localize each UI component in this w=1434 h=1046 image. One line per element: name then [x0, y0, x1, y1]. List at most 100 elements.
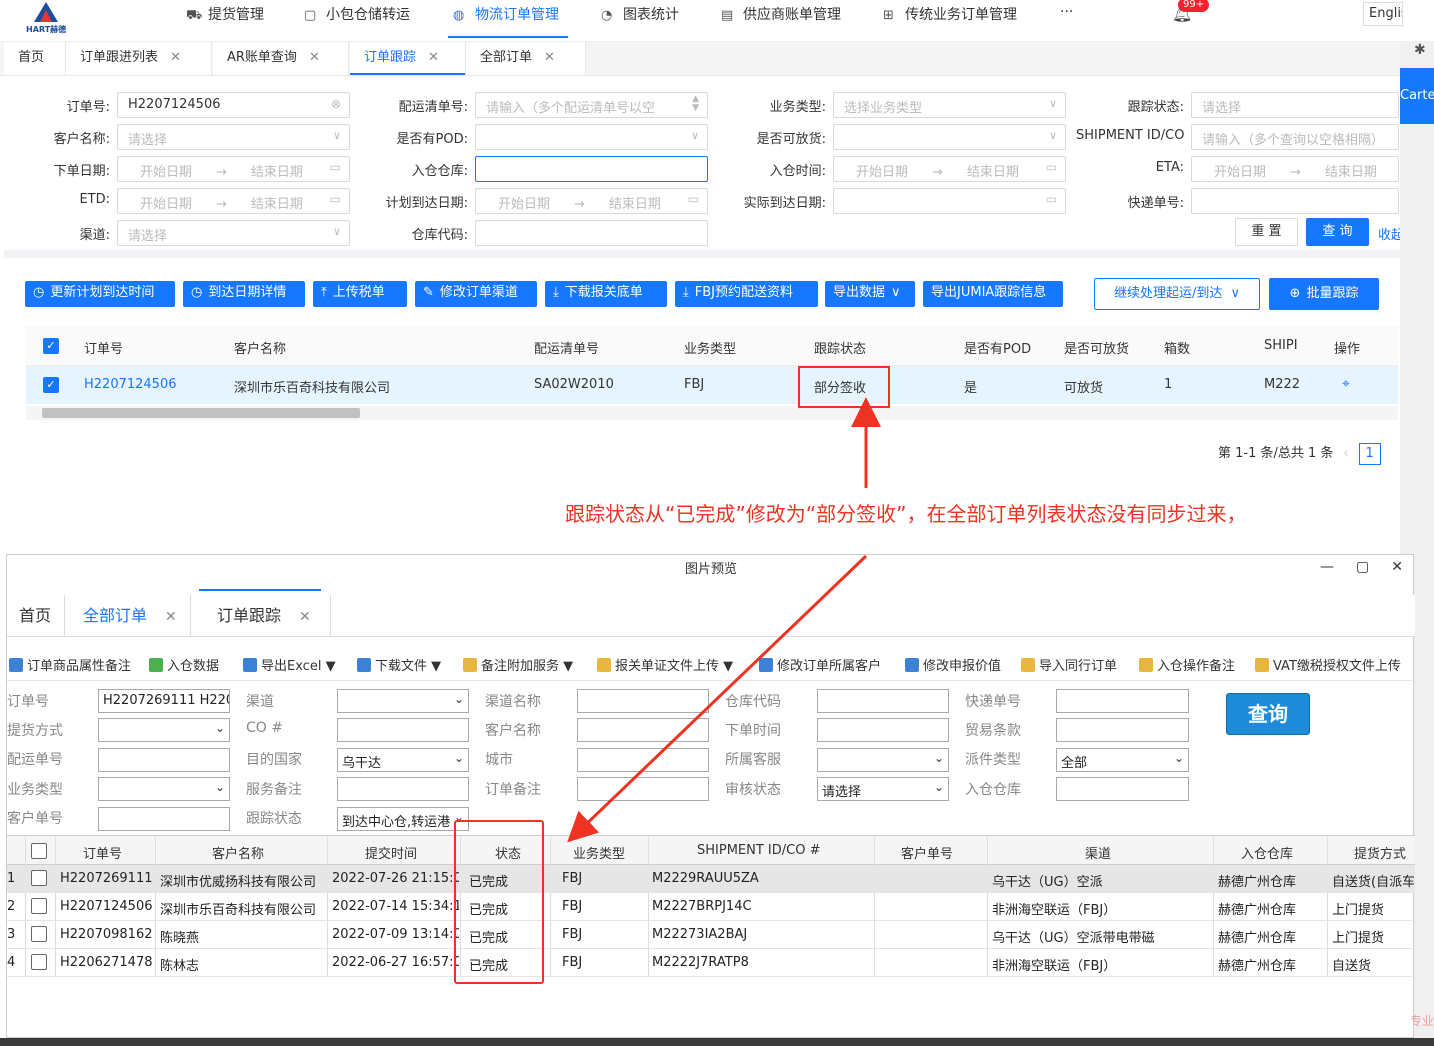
wh-code-input[interactable]	[475, 220, 708, 246]
close-icon[interactable]: ✕	[544, 50, 555, 65]
p-dispatch-select[interactable]: 全部 ⌄	[1056, 748, 1189, 772]
has-pod-select[interactable]: ∨	[475, 124, 708, 150]
table-row[interactable]: 1 H2207269111 深圳市优威扬科技有限公司 2022-07-26 21…	[7, 865, 1415, 893]
select-all-checkbox[interactable]: ✓	[43, 338, 59, 354]
p-order-time-input[interactable]	[817, 718, 949, 742]
page-1-button[interactable]: 1	[1358, 443, 1381, 465]
language-select[interactable]: English	[1363, 2, 1403, 26]
in-time-range[interactable]: 开始日期 → 结束日期 ▭	[833, 156, 1066, 182]
p-query-button[interactable]: 查询	[1226, 693, 1310, 735]
track-target-icon[interactable]: ⌖	[1342, 376, 1350, 392]
spinner-icon[interactable]: ▲ ▼	[692, 95, 699, 113]
channel-select[interactable]: 请选择 ∨	[117, 220, 350, 246]
close-icon[interactable]: ✕	[309, 50, 320, 65]
p-audit-select[interactable]: 请选择 ⌄	[817, 777, 949, 801]
reset-button[interactable]: 重 置	[1235, 218, 1298, 246]
close-icon[interactable]: ✕	[299, 609, 311, 625]
modify-channel-button[interactable]: ✎ 修改订单渠道	[415, 281, 537, 307]
row-checkbox[interactable]	[31, 870, 47, 886]
fbj-booking-button[interactable]: ⤓ FBJ预约配送资料	[675, 281, 818, 307]
tb-import-peer[interactable]: 导入同行订单	[1021, 655, 1117, 674]
p-order-no-input[interactable]: H2207269111 H2207124506	[98, 689, 230, 713]
prev-page-icon[interactable]: ‹	[1343, 446, 1348, 461]
export-jumia-button[interactable]: 导出JUMIA跟踪信息	[923, 281, 1063, 307]
tb-product-attr[interactable]: 订单商品属性备注	[9, 655, 131, 674]
export-data-button[interactable]: 导出数据 ∨	[825, 281, 915, 307]
tb-modify-customer[interactable]: 修改订单所属客户	[759, 655, 881, 674]
plan-arrive-range[interactable]: 开始日期 → 结束日期 ▭	[475, 188, 708, 214]
p-biz-type-select[interactable]: ⌄	[98, 777, 230, 801]
table-row[interactable]: 2 H2207124506 深圳市乐百奇科技有限公司 2022-07-14 15…	[7, 893, 1415, 921]
tb-customs-upload[interactable]: 报关单证文件上传 ▼	[597, 655, 733, 674]
customer-select[interactable]: 请选择 ∨	[117, 124, 350, 150]
row-checkbox[interactable]	[31, 954, 47, 970]
p-cust-name-input[interactable]	[577, 718, 709, 742]
row-checkbox[interactable]: ✓	[43, 377, 59, 393]
p-order-note-input[interactable]	[577, 777, 709, 801]
batch-track-button[interactable]: ⊕ 批量跟踪	[1269, 278, 1379, 310]
nav-logistics-orders[interactable]: ◍ 物流订单管理	[453, 4, 559, 24]
row-checkbox[interactable]	[31, 926, 47, 942]
p-pickup-select[interactable]: ⌄	[98, 718, 230, 742]
close-icon[interactable]: ✕	[170, 50, 181, 65]
download-customs-button[interactable]: ⤓ 下载报关底单	[545, 281, 667, 307]
can-release-select[interactable]: ∨	[833, 124, 1066, 150]
p-city-input[interactable]	[577, 748, 709, 772]
ptab-all-orders[interactable]: 全部订单 ✕	[71, 595, 191, 637]
table-row[interactable]: 3 H2207098162 陈晓燕 2022-07-09 13:14:00 已完…	[7, 921, 1415, 949]
tb-inbound-data[interactable]: 入仓数据	[149, 655, 219, 674]
tb-remark-service[interactable]: 备注附加服务 ▼	[463, 655, 573, 674]
p-cs-select[interactable]: ⌄	[817, 748, 949, 772]
extension-icon[interactable]: ✱	[1414, 42, 1426, 58]
order-date-range[interactable]: 开始日期 → 结束日期 ▭	[117, 156, 350, 182]
tb-download-file[interactable]: 下载文件 ▼	[357, 655, 441, 674]
etd-range[interactable]: 开始日期 → 结束日期 ▭	[117, 188, 350, 214]
express-no-input[interactable]	[1191, 188, 1399, 214]
continue-process-button[interactable]: 继续处理起运/到达 ∨	[1094, 278, 1260, 310]
scrollbar-thumb[interactable]	[42, 408, 360, 418]
tab-home[interactable]: 首页	[4, 42, 66, 75]
nav-charts[interactable]: ◔ 图表统计	[601, 4, 679, 24]
ptab-order-tracking[interactable]: 订单跟踪 ✕	[205, 595, 331, 637]
warehouse-input[interactable]	[475, 156, 708, 182]
p-co-input[interactable]	[337, 718, 469, 742]
nav-supplier-bills[interactable]: ▤ 供应商账单管理	[721, 4, 841, 24]
arrive-date-detail-button[interactable]: ◷ 到达日期详情	[183, 281, 305, 307]
collapse-link[interactable]: 收起	[1378, 224, 1400, 243]
close-icon[interactable]: ✕	[1391, 559, 1403, 575]
tab-order-follow-list[interactable]: 订单跟进列表 ✕	[66, 42, 212, 75]
delivery-no-input[interactable]: 请输入（多个配运清单号以空 ▲ ▼	[475, 92, 708, 118]
actual-arrive-input[interactable]: ▭	[833, 188, 1066, 214]
nav-parcel-warehouse[interactable]: ▢ 小包仓储转运	[304, 4, 410, 24]
table-row[interactable]: ✓ H2207124506 深圳市乐百奇科技有限公司 SA02W2010 FBJ…	[26, 366, 1398, 404]
tb-inbound-remark[interactable]: 入仓操作备注	[1139, 655, 1235, 674]
shipment-id-input[interactable]: 请输入（多个查询以空格相隔）	[1191, 124, 1399, 150]
close-icon[interactable]: ✕	[165, 609, 177, 625]
maximize-icon[interactable]: ▢	[1356, 559, 1369, 575]
p-wh-code-input[interactable]	[817, 689, 949, 713]
eta-range[interactable]: 开始日期 → 结束日期	[1191, 156, 1399, 182]
upload-tax-button[interactable]: ⤒ 上传税单	[313, 281, 407, 307]
biz-type-select[interactable]: 选择业务类型 ∨	[833, 92, 1066, 118]
tab-all-orders[interactable]: 全部订单 ✕	[466, 42, 586, 75]
order-no-input[interactable]: H2207124506 ⊗	[117, 92, 350, 118]
update-plan-arrive-button[interactable]: ◷ 更新计划到达时间	[25, 281, 175, 307]
tb-vat-upload[interactable]: VAT缴税授权文件上传	[1255, 655, 1401, 674]
tb-export-excel[interactable]: 导出Excel ▼	[243, 655, 336, 674]
hart-logo[interactable]: HART赫德	[22, 2, 70, 34]
p-select-all-checkbox[interactable]	[31, 843, 47, 859]
p-express-input[interactable]	[1056, 689, 1189, 713]
user-side-tab[interactable]: Carter	[1400, 68, 1434, 124]
p-cust-no-input[interactable]	[98, 807, 230, 831]
track-status-select[interactable]: 请选择	[1191, 92, 1399, 118]
minimize-icon[interactable]: —	[1320, 559, 1334, 575]
query-button[interactable]: 查 询	[1306, 218, 1369, 246]
nav-more[interactable]: ···	[1060, 4, 1073, 24]
p-channel-select[interactable]: ⌄	[337, 689, 469, 713]
ptab-home[interactable]: 首页	[7, 595, 65, 637]
close-icon[interactable]: ✕	[428, 50, 439, 65]
p-channel-name-input[interactable]	[577, 689, 709, 713]
row-checkbox[interactable]	[31, 898, 47, 914]
p-in-wh-input[interactable]	[1056, 777, 1189, 801]
p-delivery-input[interactable]	[98, 748, 230, 772]
